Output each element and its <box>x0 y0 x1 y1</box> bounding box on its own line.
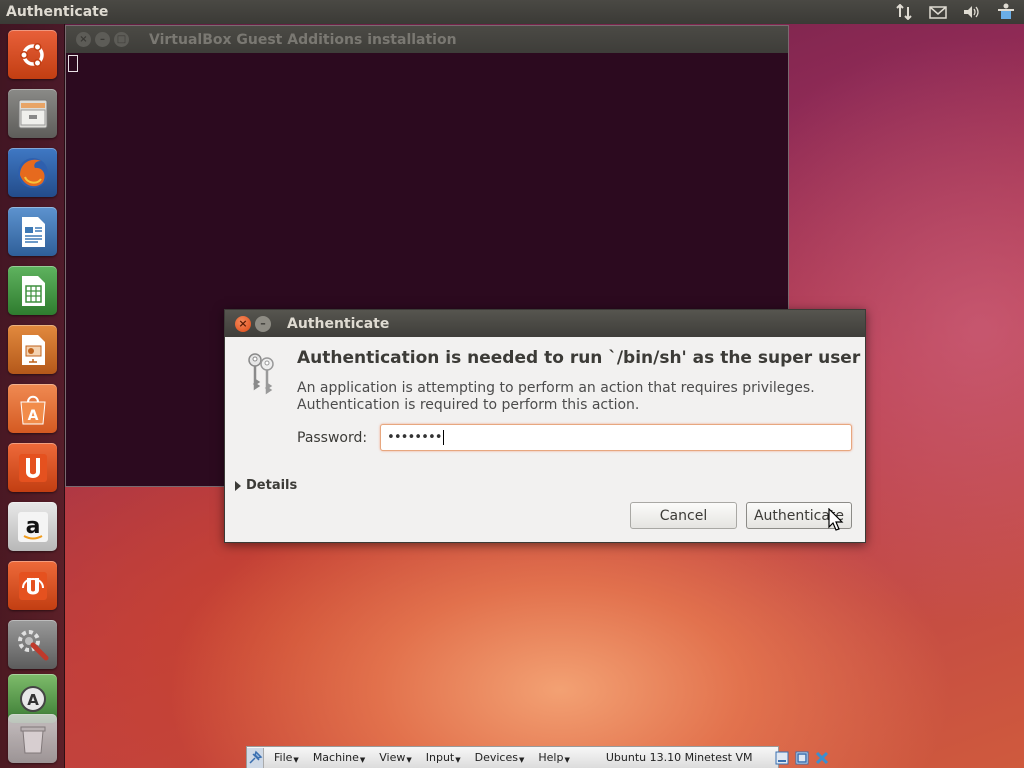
launcher-software-center[interactable]: A <box>8 384 57 433</box>
file-cabinet-icon <box>18 99 47 128</box>
menu-input[interactable]: Input ▼ <box>426 751 461 764</box>
mouse-pointer-icon <box>828 508 844 531</box>
launcher-firefox[interactable] <box>8 148 57 197</box>
launcher-libreoffice-calc[interactable] <box>8 266 57 315</box>
firefox-icon <box>17 157 48 188</box>
dialog-minimize-button[interactable]: – <box>255 315 271 332</box>
menu-machine[interactable]: Machine ▼ <box>313 751 365 764</box>
dialog-titlebar[interactable]: × – Authenticate <box>225 310 865 337</box>
svg-text:A: A <box>27 691 39 709</box>
expander-arrow-icon <box>235 480 241 491</box>
terminal-cursor <box>68 55 78 72</box>
terminal-close-button[interactable]: × <box>76 32 91 47</box>
top-panel: Authenticate <box>0 0 1024 24</box>
network-icon[interactable] <box>894 2 914 22</box>
launcher-ubuntu-one[interactable] <box>8 443 57 492</box>
terminal-titlebar[interactable]: × – □ VirtualBox Guest Additions install… <box>66 26 788 53</box>
text-caret <box>442 430 444 445</box>
updater-icon: A <box>19 685 46 712</box>
launcher-libreoffice-impress[interactable] <box>8 325 57 374</box>
dialog-message-line1: An application is attempting to perform … <box>297 380 815 396</box>
restore-window-icon[interactable] <box>795 750 809 766</box>
svg-text:A: A <box>27 408 38 424</box>
calc-spreadsheet-icon <box>21 275 45 306</box>
menu-devices[interactable]: Devices ▼ <box>475 751 525 764</box>
trash-icon <box>20 726 45 753</box>
launcher-ubuntu-one-music[interactable] <box>8 561 57 610</box>
writer-document-icon <box>21 216 45 247</box>
dialog-message-line2: Authentication is required to perform th… <box>297 397 640 413</box>
ubuntu-logo-icon <box>19 42 44 67</box>
pin-icon[interactable] <box>247 747 264 768</box>
launcher-files[interactable] <box>8 89 57 138</box>
launcher-system-settings[interactable] <box>8 620 57 669</box>
menu-file[interactable]: File ▼ <box>274 751 299 764</box>
mail-icon[interactable] <box>928 2 948 22</box>
password-label: Password: <box>297 430 368 446</box>
unity-launcher: A a A <box>0 24 65 768</box>
terminal-maximize-button[interactable]: □ <box>114 32 129 47</box>
details-expander[interactable]: Details <box>235 478 297 493</box>
cancel-button[interactable]: Cancel <box>630 502 737 529</box>
dialog-close-button[interactable]: × <box>235 315 251 332</box>
menu-view[interactable]: View ▼ <box>379 751 412 764</box>
details-label: Details <box>246 478 298 493</box>
indicator-area <box>894 2 1016 22</box>
terminal-title: VirtualBox Guest Additions installation <box>149 31 457 48</box>
amazon-icon: a <box>17 511 48 542</box>
launcher-trash[interactable] <box>8 714 57 763</box>
vm-name: Ubuntu 13.10 Minetest VM <box>605 751 753 764</box>
password-value: •••••••• <box>387 430 443 445</box>
virtualbox-mini-toolbar: File ▼ Machine ▼ View ▼ Input ▼ Devices ▼ Hel… <box>246 746 828 768</box>
impress-presentation-icon <box>21 334 45 365</box>
volume-icon[interactable] <box>962 2 982 22</box>
menu-help[interactable]: Help ▼ <box>538 751 569 764</box>
launcher-ubuntu-dash[interactable] <box>8 30 57 79</box>
terminal-minimize-button[interactable]: – <box>95 32 110 47</box>
ubuntu-one-icon <box>18 453 47 482</box>
password-field[interactable]: •••••••• <box>380 424 852 451</box>
active-window-title: Authenticate <box>6 4 109 20</box>
launcher-amazon[interactable]: a <box>8 502 57 551</box>
authenticate-dialog: × – Authenticate Authentication is neede… <box>224 309 866 543</box>
minimize-window-icon[interactable] <box>775 750 789 766</box>
svg-text:a: a <box>25 514 40 539</box>
keys-icon <box>248 353 274 395</box>
dialog-title: Authenticate <box>287 315 390 332</box>
settings-wrench-icon <box>17 629 48 660</box>
close-vm-icon[interactable] <box>815 750 829 766</box>
dialog-heading: Authentication is needed to run `/bin/sh… <box>297 348 861 368</box>
dialog-message: An application is attempting to perform … <box>297 380 815 414</box>
launcher-libreoffice-writer[interactable] <box>8 207 57 256</box>
accessibility-icon[interactable] <box>996 2 1016 22</box>
shopping-bag-icon: A <box>19 395 46 424</box>
music-store-icon <box>18 571 47 600</box>
